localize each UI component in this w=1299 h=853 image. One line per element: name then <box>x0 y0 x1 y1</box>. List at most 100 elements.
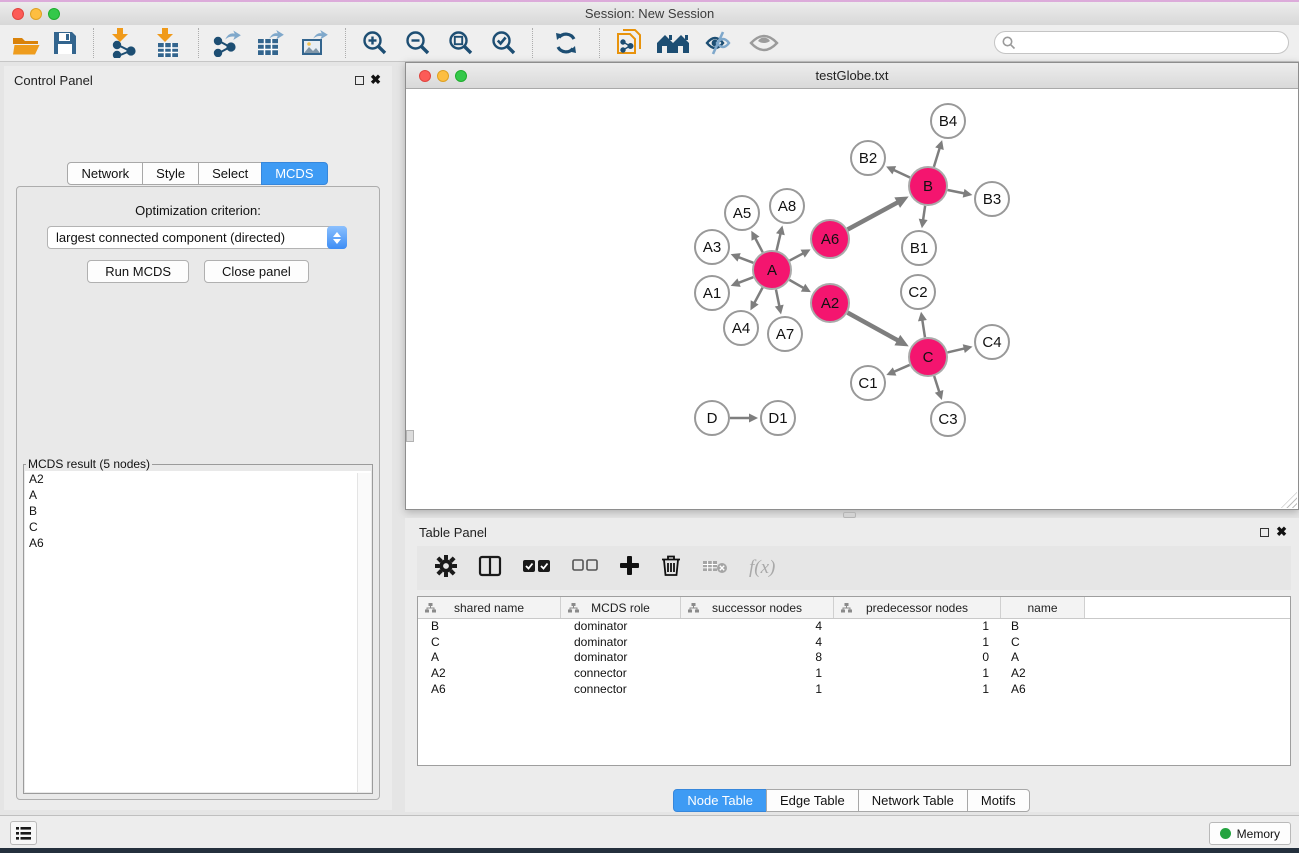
graph-edge[interactable] <box>848 313 900 341</box>
graph-edge[interactable] <box>892 169 909 177</box>
optimization-criterion-select[interactable]: largest connected component (directed) <box>47 226 347 249</box>
graph-edge[interactable] <box>777 232 781 250</box>
zoom-in-icon[interactable] <box>353 27 396 59</box>
table-row[interactable]: A6connector11A6 <box>418 682 1290 698</box>
close-panel-button[interactable]: Close panel <box>204 260 309 283</box>
graph-edge[interactable] <box>948 190 966 194</box>
float-panel-icon[interactable] <box>355 76 364 85</box>
tab-mcds[interactable]: MCDS <box>261 162 327 185</box>
table-settings-gear-icon[interactable] <box>435 555 457 582</box>
export-table-icon[interactable] <box>250 27 292 59</box>
table-cell[interactable]: A2 <box>418 666 561 682</box>
table-cell[interactable]: 8 <box>681 650 834 666</box>
graph-edge[interactable] <box>737 277 753 283</box>
close-panel-icon[interactable]: ✖ <box>370 72 381 88</box>
delete-column-icon[interactable] <box>661 554 681 582</box>
task-history-button[interactable] <box>10 821 37 845</box>
graph-edge[interactable] <box>755 237 763 252</box>
table-cell[interactable]: 1 <box>834 682 1001 698</box>
open-file-icon[interactable] <box>8 27 44 59</box>
tab-network[interactable]: Network <box>67 162 143 185</box>
graph-edge[interactable] <box>790 253 805 261</box>
table-cell[interactable]: 1 <box>834 619 1001 635</box>
table-cell[interactable]: B <box>418 619 561 635</box>
table-cell[interactable]: A6 <box>418 682 561 698</box>
show-all-icon[interactable] <box>741 27 787 59</box>
scrollbar-track[interactable] <box>357 473 371 792</box>
table-cell[interactable]: 1 <box>834 635 1001 651</box>
memory-button[interactable]: Memory <box>1209 822 1291 845</box>
function-builder-icon[interactable]: f(x) <box>749 557 775 579</box>
mcds-result-item[interactable]: A6 <box>25 535 371 551</box>
mcds-result-item[interactable]: B <box>25 503 371 519</box>
search-input[interactable] <box>994 31 1289 54</box>
save-session-icon[interactable] <box>44 27 86 59</box>
network-canvas[interactable]: AA1A2A3A4A5A6A7A8BB1B2B3B4CC1C2C3C4DD1 <box>406 89 1298 509</box>
table-cell[interactable]: A <box>1001 650 1085 666</box>
select-all-columns-icon[interactable] <box>523 559 551 578</box>
table-cell[interactable]: 1 <box>681 666 834 682</box>
table-cell[interactable]: connector <box>561 666 681 682</box>
zoom-fit-icon[interactable] <box>439 27 482 59</box>
table-cell[interactable]: A <box>418 650 561 666</box>
graph-edge[interactable] <box>922 319 925 338</box>
show-columns-icon[interactable] <box>478 555 502 582</box>
graph-edge[interactable] <box>893 365 910 372</box>
tab-node-table[interactable]: Node Table <box>673 789 767 812</box>
table-body[interactable]: Bdominator41BCdominator41CAdominator80AA… <box>418 619 1290 697</box>
create-column-icon[interactable] <box>619 555 640 581</box>
zoom-out-icon[interactable] <box>396 27 439 59</box>
table-cell[interactable]: connector <box>561 682 681 698</box>
graph-edge[interactable] <box>776 290 780 308</box>
network-window-titlebar[interactable]: testGlobe.txt <box>406 63 1298 89</box>
table-cell[interactable]: C <box>418 635 561 651</box>
table-cell[interactable]: A2 <box>1001 666 1085 682</box>
tab-style[interactable]: Style <box>142 162 199 185</box>
tab-select[interactable]: Select <box>198 162 262 185</box>
column-header-predecessor-nodes[interactable]: predecessor nodes <box>834 597 1001 618</box>
run-mcds-button[interactable]: Run MCDS <box>87 260 189 283</box>
tab-motifs[interactable]: Motifs <box>967 789 1030 812</box>
graph-edge[interactable] <box>934 147 940 167</box>
hide-selected-icon[interactable] <box>695 27 741 59</box>
export-network-icon[interactable] <box>206 27 250 59</box>
delete-table-icon[interactable] <box>702 558 728 579</box>
graph-edge[interactable] <box>934 376 940 393</box>
column-header-successor-nodes[interactable]: successor nodes <box>681 597 834 618</box>
close-table-panel-icon[interactable]: ✖ <box>1276 524 1287 540</box>
table-cell[interactable]: 1 <box>681 682 834 698</box>
mcds-result-item[interactable]: A <box>25 487 371 503</box>
table-cell[interactable]: dominator <box>561 619 681 635</box>
column-header-shared-name[interactable]: shared name <box>418 597 561 618</box>
mcds-result-item[interactable]: C <box>25 519 371 535</box>
graph-edge[interactable] <box>923 206 925 221</box>
float-table-panel-icon[interactable] <box>1260 528 1269 537</box>
table-row[interactable]: Bdominator41B <box>418 619 1290 635</box>
table-cell[interactable]: 0 <box>834 650 1001 666</box>
import-table-icon[interactable] <box>145 27 191 59</box>
table-cell[interactable]: B <box>1001 619 1085 635</box>
zoom-selected-icon[interactable] <box>482 27 525 59</box>
mcds-result-list[interactable]: A2ABCA6 <box>25 471 371 792</box>
table-cell[interactable]: 4 <box>681 619 834 635</box>
import-network-icon[interactable] <box>101 27 145 59</box>
network-graph[interactable]: AA1A2A3A4A5A6A7A8BB1B2B3B4CC1C2C3C4DD1 <box>406 89 1298 510</box>
graph-edge[interactable] <box>754 288 763 305</box>
canvas-splitter-grip[interactable] <box>406 430 414 442</box>
table-cell[interactable]: dominator <box>561 635 681 651</box>
first-neighbors-icon[interactable] <box>651 27 695 59</box>
table-row[interactable]: Cdominator41C <box>418 635 1290 651</box>
table-cell[interactable]: A6 <box>1001 682 1085 698</box>
graph-edge[interactable] <box>848 202 899 230</box>
table-cell[interactable]: dominator <box>561 650 681 666</box>
column-header-mcds-role[interactable]: MCDS role <box>561 597 681 618</box>
table-cell[interactable]: C <box>1001 635 1085 651</box>
table-cell[interactable]: 4 <box>681 635 834 651</box>
tab-network-table[interactable]: Network Table <box>858 789 968 812</box>
duplicate-network-icon[interactable] <box>607 27 651 59</box>
export-image-icon[interactable] <box>292 27 338 59</box>
deselect-all-columns-icon[interactable] <box>572 559 598 577</box>
column-header-name[interactable]: name <box>1001 597 1085 618</box>
table-row[interactable]: Adominator80A <box>418 650 1290 666</box>
table-cell[interactable]: 1 <box>834 666 1001 682</box>
